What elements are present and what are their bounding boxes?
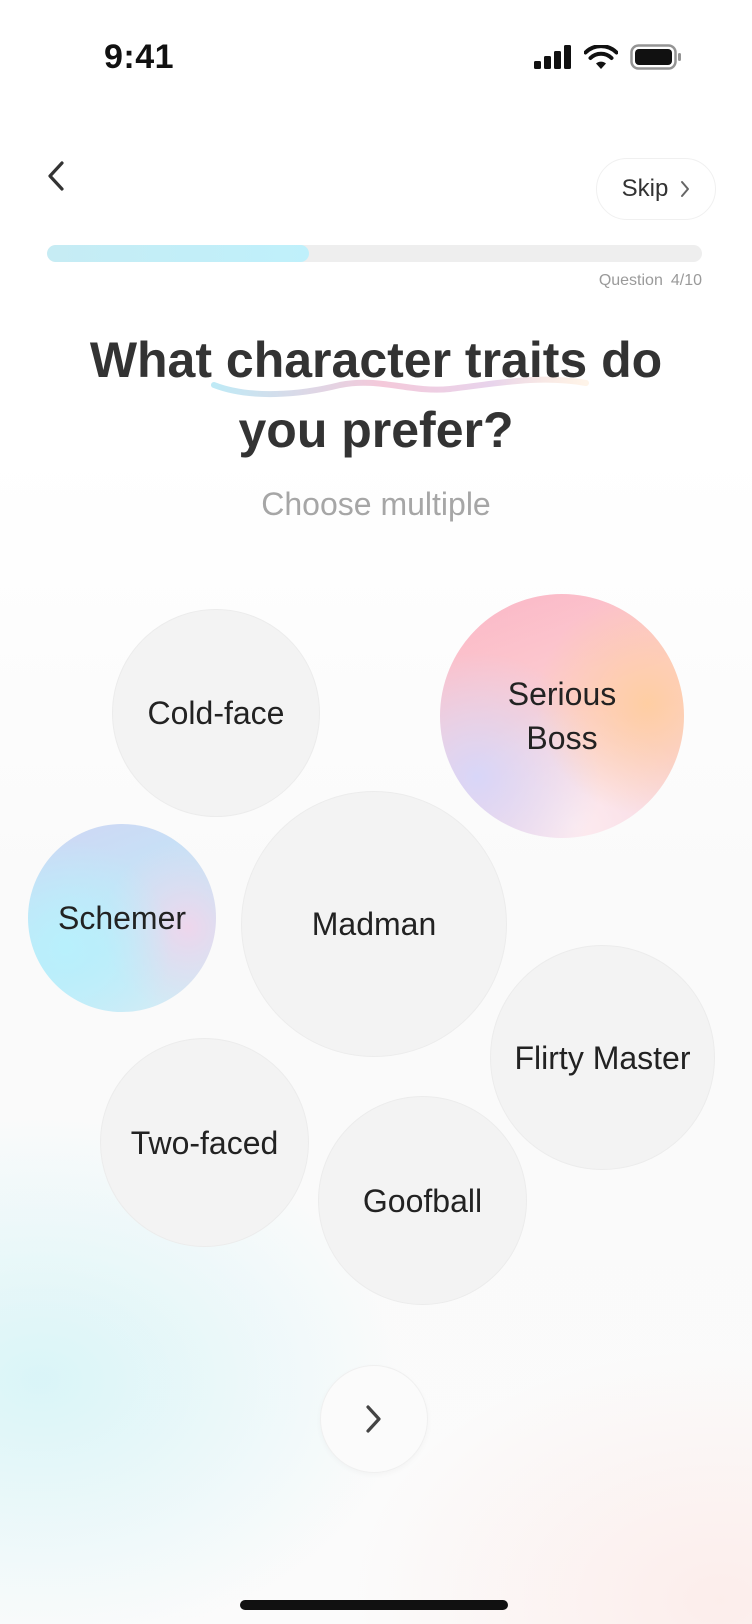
wifi-icon (584, 44, 618, 69)
option-madman[interactable]: Madman (241, 791, 507, 1057)
option-serious-boss[interactable]: Serious Boss (440, 594, 684, 838)
option-label: Flirty Master (514, 1039, 691, 1076)
question-title-block: What character traits do you prefer? (0, 325, 752, 465)
next-button[interactable] (320, 1365, 428, 1473)
option-label: Schemer (57, 900, 187, 936)
progress-bar (47, 245, 702, 262)
chevron-left-icon (48, 161, 64, 191)
home-indicator (240, 1600, 508, 1610)
status-icons (534, 44, 682, 70)
option-two-faced[interactable]: Two-faced (100, 1038, 309, 1247)
option-cold-face[interactable]: Cold-face (112, 609, 320, 817)
option-schemer[interactable]: Schemer (28, 824, 216, 1012)
option-flirty-master[interactable]: Flirty Master (490, 945, 715, 1170)
option-label: Cold-face (147, 695, 285, 731)
back-button[interactable] (36, 150, 76, 202)
question-subtitle: Choose multiple (261, 486, 491, 522)
question-counter-count: 4/10 (670, 272, 702, 289)
skip-label: Skip (621, 175, 669, 202)
option-goofball[interactable]: Goofball (318, 1096, 527, 1305)
skip-button[interactable]: Skip (596, 158, 716, 220)
option-label: Two-faced (130, 1124, 279, 1161)
chevron-right-icon (681, 181, 690, 197)
status-time: 9:41 (104, 38, 175, 76)
option-label: Goofball (362, 1182, 483, 1219)
battery-icon (630, 44, 681, 70)
cellular-signal-icon (534, 45, 571, 69)
chevron-right-icon (366, 1405, 381, 1433)
progress-fill (47, 245, 309, 262)
question-counter-label: Question (598, 272, 663, 289)
question-title: What character traits do you prefer? (89, 332, 663, 458)
option-label: Serious Boss (507, 676, 617, 756)
question-counter: Question 4/10 (599, 272, 702, 290)
option-label: Madman (311, 906, 437, 942)
